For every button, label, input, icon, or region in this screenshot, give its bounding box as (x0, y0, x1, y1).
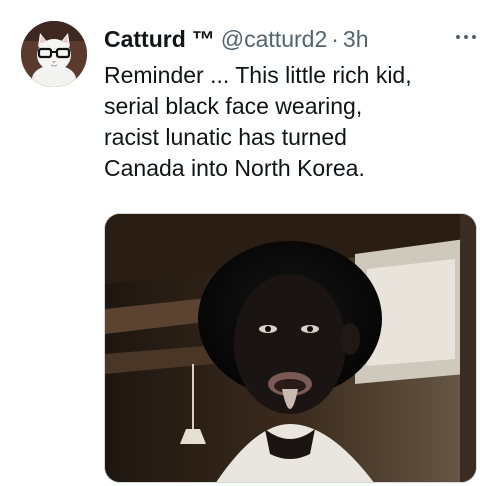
video-still-image (105, 214, 476, 482)
more-options-button[interactable] (451, 22, 481, 52)
tweet-header: Catturd ™ @catturd2 · 3h (104, 22, 369, 56)
trademark-badge: ™ (191, 26, 215, 52)
tweet[interactable]: Catturd ™ @catturd2 · 3h Reminder ... Th… (0, 0, 500, 486)
more-horizontal-icon (456, 35, 476, 39)
cat-avatar-icon (21, 21, 87, 87)
tweet-text: Reminder ... This little rich kid, seria… (104, 62, 412, 181)
user-handle[interactable]: @catturd2 (221, 22, 327, 56)
timestamp[interactable]: 3h (343, 22, 369, 56)
avatar[interactable] (21, 21, 87, 87)
display-name[interactable]: Catturd (104, 22, 186, 56)
tweet-media[interactable] (104, 213, 477, 483)
separator-dot: · (331, 26, 339, 52)
